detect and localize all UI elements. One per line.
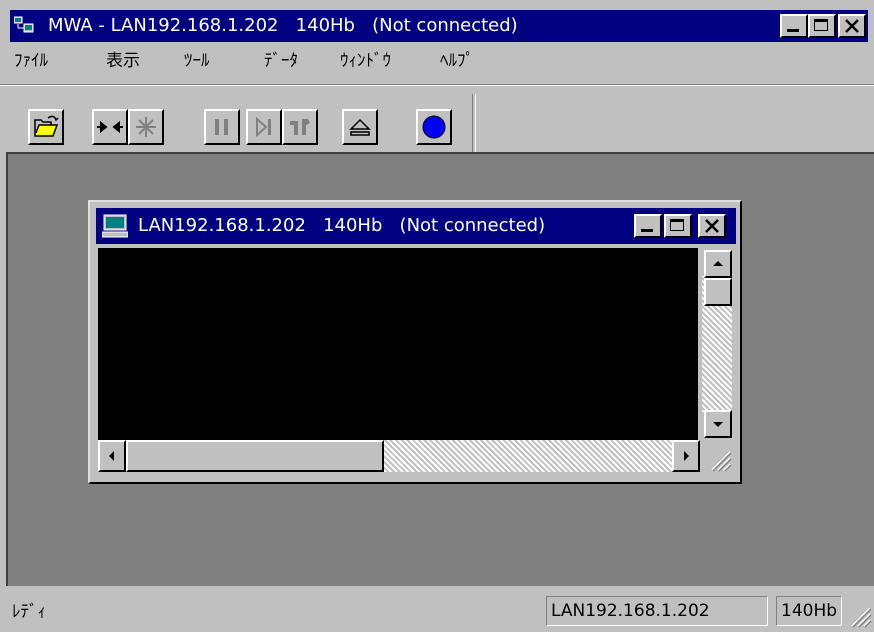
menu-window[interactable]: ｳｨﾝﾄﾞｳ <box>340 50 391 72</box>
child-minimize-button[interactable] <box>634 214 662 238</box>
step-icon <box>256 116 271 138</box>
pause-icon <box>215 119 228 135</box>
arrow-right-icon <box>684 451 689 461</box>
menu-data[interactable]: ﾃﾞｰﾀ <box>264 50 298 72</box>
horizontal-scroll-thumb[interactable] <box>126 440 384 472</box>
tools-icon <box>290 119 310 135</box>
close-icon <box>845 19 859 33</box>
connect-button[interactable] <box>92 109 128 145</box>
eject-icon <box>349 118 371 136</box>
status-text: ﾚﾃﾞｨ <box>12 602 46 622</box>
eject-button[interactable] <box>342 109 378 145</box>
open-button[interactable] <box>28 109 64 145</box>
arrow-down-icon <box>713 422 723 427</box>
arrow-up-icon <box>713 261 723 266</box>
child-window-title: LAN192.168.1.202 140Hb (Not connected) <box>138 215 546 236</box>
status-host-panel: LAN192.168.1.202 <box>546 596 768 626</box>
maximize-button[interactable] <box>808 14 836 38</box>
menu-file[interactable]: ﾌｧｲﾙ <box>14 50 48 72</box>
pause-button[interactable] <box>204 109 240 145</box>
menu-tools[interactable]: ﾂｰﾙ <box>184 50 210 72</box>
disconnect-button[interactable] <box>128 109 164 145</box>
menu-view[interactable]: 表示 <box>106 50 140 72</box>
maximize-icon <box>670 219 684 231</box>
scroll-down-button[interactable] <box>704 410 732 438</box>
disconnect-icon <box>136 117 156 137</box>
tools-button[interactable] <box>282 109 318 145</box>
window-title: MWA - LAN192.168.1.202 140Hb (Not connec… <box>48 15 518 36</box>
open-folder-icon <box>34 115 59 137</box>
computer-icon <box>102 214 128 238</box>
network-app-icon <box>14 16 34 33</box>
toolbar-top-highlight <box>0 85 874 86</box>
connect-icon <box>97 120 123 134</box>
record-icon <box>422 115 446 139</box>
close-icon <box>705 219 719 233</box>
minimize-icon <box>641 229 653 232</box>
menu-help[interactable]: ﾍﾙﾌﾟ <box>440 50 474 72</box>
resize-grip-icon[interactable] <box>844 602 872 630</box>
terminal-screen[interactable] <box>98 248 698 440</box>
scroll-right-button[interactable] <box>672 440 700 472</box>
vertical-scroll-thumb[interactable] <box>704 278 732 306</box>
record-button[interactable] <box>416 109 452 145</box>
maximize-icon <box>814 19 828 31</box>
arrow-left-icon <box>109 451 114 461</box>
minimize-button[interactable] <box>780 14 808 38</box>
close-button[interactable] <box>838 14 866 38</box>
step-button[interactable] <box>246 109 282 145</box>
minimize-icon <box>787 29 799 32</box>
menu-bar: ﾌｧｲﾙ 表示 ﾂｰﾙ ﾃﾞｰﾀ ｳｨﾝﾄﾞｳ ﾍﾙﾌﾟ <box>0 44 874 78</box>
status-model-panel: 140Hb <box>776 596 842 626</box>
scroll-left-button[interactable] <box>98 440 126 472</box>
child-close-button[interactable] <box>698 214 726 238</box>
scroll-up-button[interactable] <box>704 250 732 278</box>
child-maximize-button[interactable] <box>664 214 692 238</box>
child-resize-grip-icon[interactable] <box>702 444 732 472</box>
toolbar-separator <box>472 94 476 152</box>
